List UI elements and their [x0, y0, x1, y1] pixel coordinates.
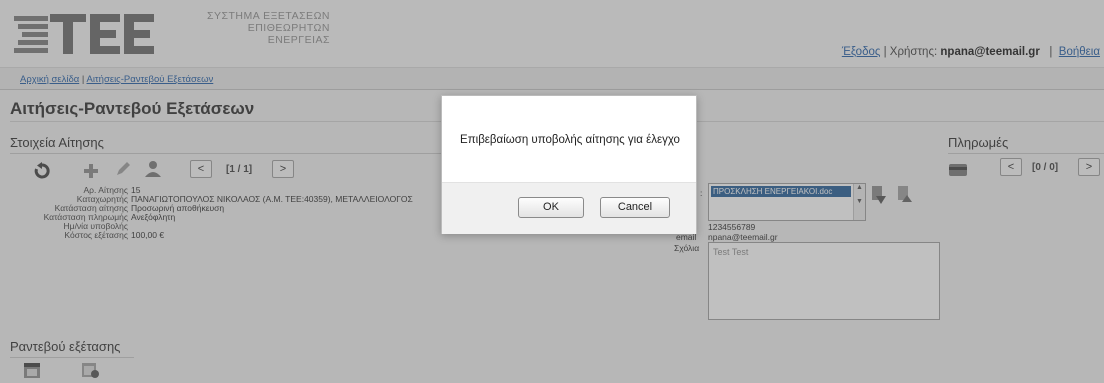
cancel-button[interactable]: Cancel — [600, 197, 670, 218]
confirm-dialog: Επιβεβαίωση υποβολής αίτησης για έλεγχο … — [441, 95, 697, 234]
dialog-footer: OK Cancel — [442, 182, 696, 234]
ok-button[interactable]: OK — [518, 197, 584, 218]
dialog-message: Επιβεβαίωση υποβολής αίτησης για έλεγχο — [460, 134, 680, 146]
